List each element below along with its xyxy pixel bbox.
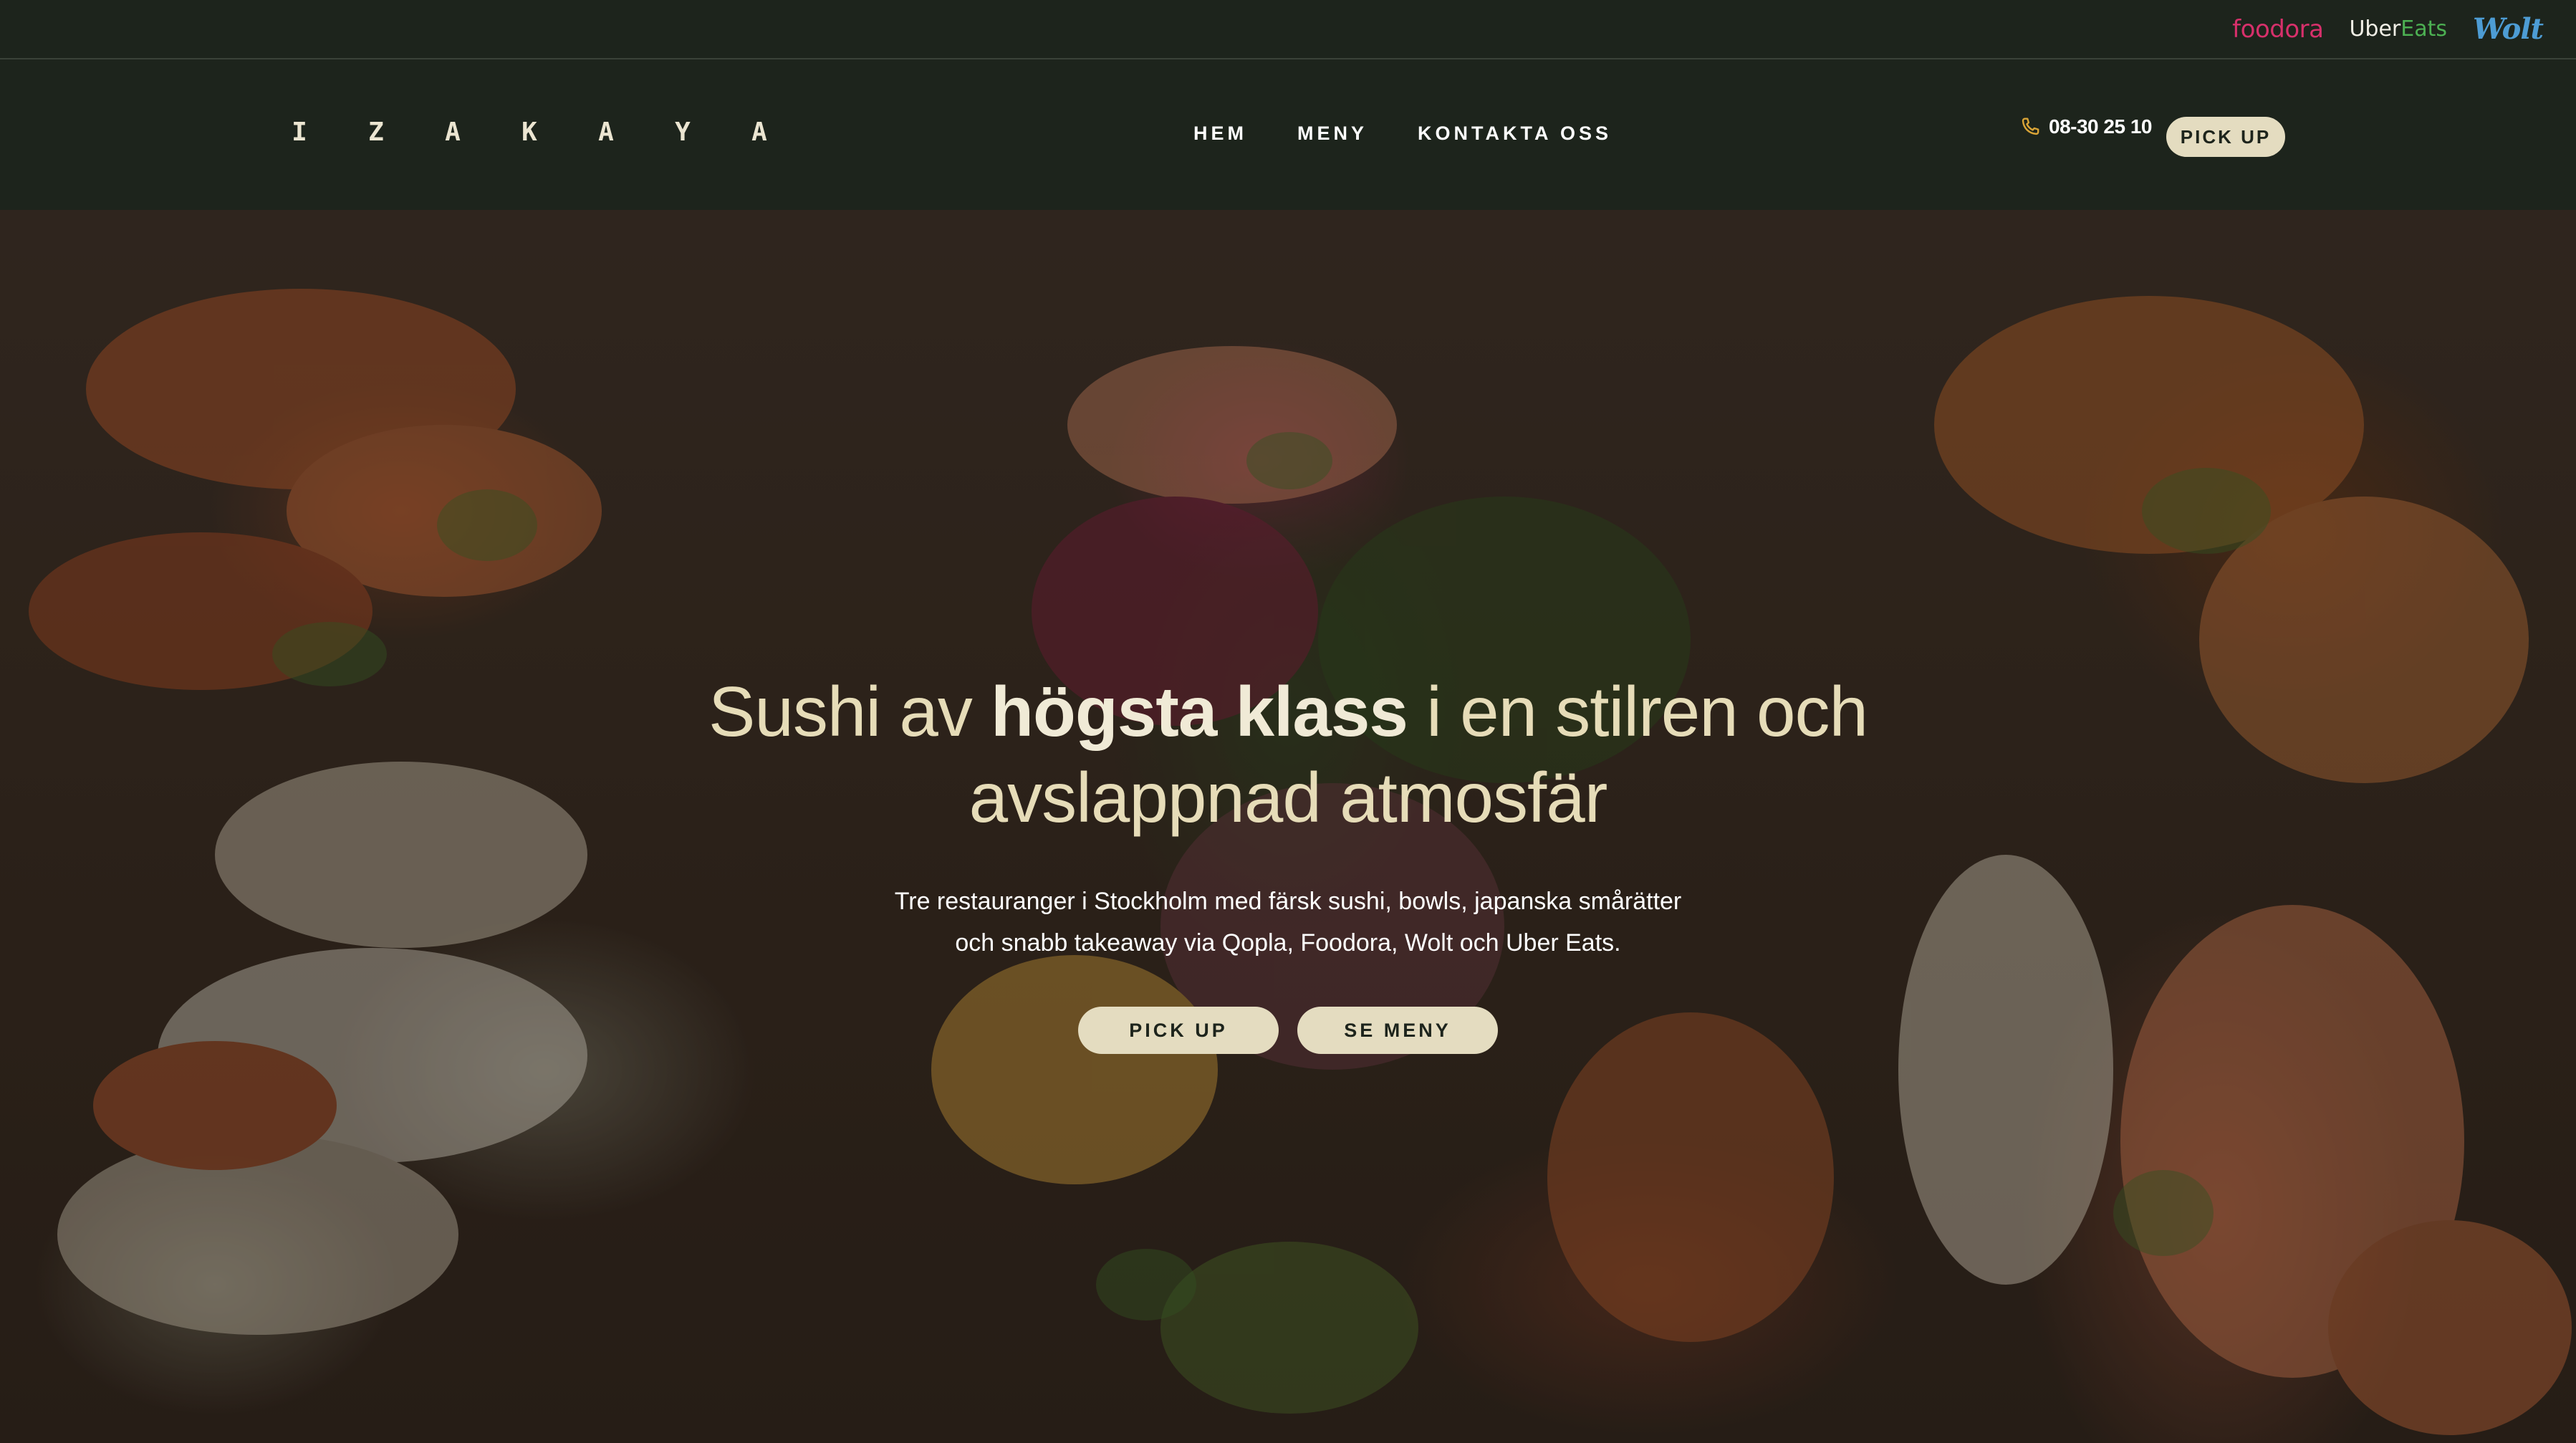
uber-eats-eats-text: Eats [2400, 16, 2447, 42]
page: foodora UberEats Wolt I Z A K A Y A HEM … [0, 0, 2576, 1443]
main-nav: HEM MENY KONTAKTA OSS [1193, 123, 1612, 145]
hero-pickup-button[interactable]: PICK UP [1078, 1007, 1279, 1054]
logo-letter: A [751, 118, 767, 147]
phone-icon [2022, 118, 2039, 135]
site-header: I Z A K A Y A HEM MENY KONTAKTA OSS 08-3… [0, 61, 2576, 210]
uber-eats-link[interactable]: UberEats [2349, 16, 2447, 42]
hero-subtitle: Tre restauranger i Stockholm med färsk s… [880, 881, 1696, 964]
foodora-link[interactable]: foodora [2232, 15, 2324, 44]
uber-eats-uber-text: Uber [2349, 16, 2401, 42]
logo-letter: A [598, 118, 614, 147]
hero-buttons: PICK UP SE MENY [572, 1007, 2004, 1054]
nav-item-hem[interactable]: HEM [1193, 123, 1247, 145]
wolt-link[interactable]: Wolt [2473, 12, 2544, 46]
hero-subtitle-line1: Tre restauranger i Stockholm med färsk s… [894, 888, 1682, 915]
nav-item-meny[interactable]: MENY [1297, 123, 1368, 145]
phone-link[interactable]: 08-30 25 10 [2019, 115, 2152, 138]
hero-section: Sushi av högsta klass i en stilren och a… [0, 210, 2576, 1443]
logo-letter: I [292, 118, 307, 147]
hero-title: Sushi av högsta klass i en stilren och a… [572, 668, 2004, 840]
delivery-partners-bar: foodora UberEats Wolt [0, 0, 2576, 59]
logo-letter: Y [675, 118, 691, 147]
nav-item-kontakta-oss[interactable]: KONTAKTA OSS [1418, 123, 1612, 145]
logo-letter: A [445, 118, 461, 147]
see-menu-button[interactable]: SE MENY [1297, 1007, 1498, 1054]
hero-subtitle-line2: och snabb takeaway via Qopla, Foodora, W… [955, 929, 1621, 957]
izakaya-logo[interactable]: I Z A K A Y A [287, 120, 772, 153]
logo-letter: Z [368, 118, 384, 147]
phone-number: 08-30 25 10 [2049, 115, 2152, 138]
hero-title-part1: Sushi av [708, 672, 991, 751]
header-pickup-button[interactable]: PICK UP [2166, 117, 2285, 157]
logo-letter: K [522, 118, 537, 147]
hero-content: Sushi av högsta klass i en stilren och a… [572, 668, 2004, 1054]
hero-title-highlight: högsta klass [991, 672, 1408, 751]
